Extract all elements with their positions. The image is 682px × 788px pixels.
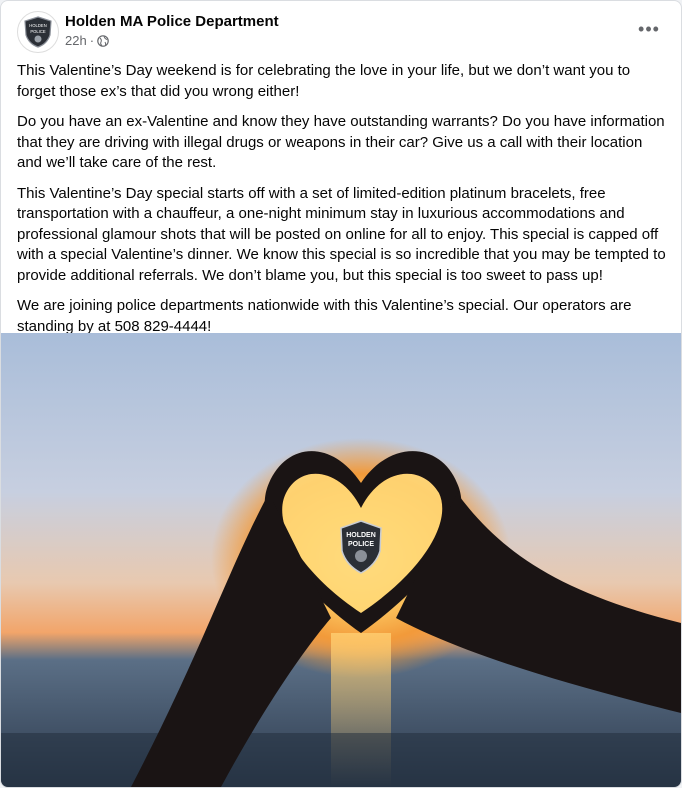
post-meta: 22h · — [65, 33, 109, 48]
page-name-link[interactable]: Holden MA Police Department — [65, 13, 279, 30]
post-time[interactable]: 22h — [65, 33, 87, 48]
globe-icon[interactable] — [97, 34, 109, 47]
page-avatar[interactable]: HOLDEN POLICE — [17, 11, 59, 53]
badge-text-1: HOLDEN — [346, 532, 376, 539]
post-header: HOLDEN POLICE Holden MA Police Departmen… — [17, 11, 665, 59]
more-options-icon[interactable]: ••• — [633, 19, 665, 39]
avatar-badge-text-2: POLICE — [30, 29, 46, 34]
post-paragraph-1: This Valentine’s Day weekend is for cele… — [17, 62, 631, 100]
heart-hands-sunset-image: HOLDEN POLICE — [1, 333, 681, 787]
badge-text-2: POLICE — [348, 541, 374, 548]
post-card: HOLDEN POLICE Holden MA Police Departmen… — [0, 0, 682, 788]
post-body: This Valentine’s Day weekend is for cele… — [17, 61, 667, 347]
post-paragraph-4: We are joining police departments nation… — [17, 297, 632, 335]
post-photo[interactable]: HOLDEN POLICE — [1, 333, 681, 787]
meta-separator: · — [89, 33, 95, 48]
avatar-badge-text-1: HOLDEN — [29, 23, 46, 28]
post-paragraph-3: This Valentine’s Day special starts off … — [17, 184, 666, 284]
post-paragraph-2: Do you have an ex-Valentine and know the… — [17, 113, 665, 171]
police-badge-icon: HOLDEN POLICE — [24, 16, 52, 48]
